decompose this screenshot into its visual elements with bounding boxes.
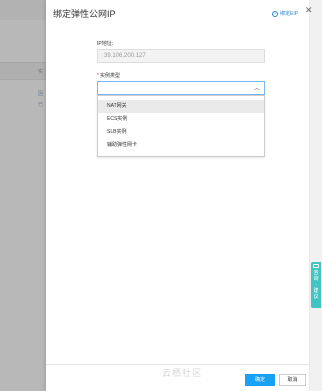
chevron-up-icon: ︿ [253,86,260,92]
instance-type-label-text: 实例类型 [99,73,120,79]
close-icon[interactable]: ✕ [305,6,313,15]
question-icon: ? [272,10,278,17]
ip-address-field: 39.106.200.127 [97,49,265,63]
ip-address-label: IP地址: [97,41,114,47]
drawer-title: 绑定弹性公网IP [53,9,116,19]
option-nat-gateway[interactable]: NAT网关 [98,100,264,113]
instance-type-select[interactable]: ︿ [97,81,265,95]
option-slb-instance[interactable]: SLB实例 [98,126,264,139]
modal-overlay[interactable] [0,0,46,391]
option-ecs-instance[interactable]: ECS实例 [98,113,264,126]
background-right-strip [309,0,322,391]
bind-eip-drawer: 绑定弹性公网IP ? 绑定EIP ✕ IP地址: 39.106.200.127 … [46,0,313,391]
option-secondary-eni[interactable]: 辅助弹性网卡 [98,139,264,152]
instance-type-dropdown: NAT网关 ECS实例 SLB实例 辅助弹性网卡 [97,95,265,157]
required-mark: * [97,73,99,79]
consult-side-tab[interactable]: 咨询·建议 [311,262,321,308]
help-link-label: 绑定EIP [280,11,299,17]
watermark: 云栖社区 [162,368,203,378]
help-link[interactable]: ? 绑定EIP [272,10,298,17]
chat-icon [313,264,319,268]
cancel-button[interactable]: 取消 [279,374,306,386]
ok-button[interactable]: 确定 [245,374,275,386]
instance-type-label: *实例类型 [97,72,120,79]
side-tab-label: 咨询·建议 [313,270,319,300]
